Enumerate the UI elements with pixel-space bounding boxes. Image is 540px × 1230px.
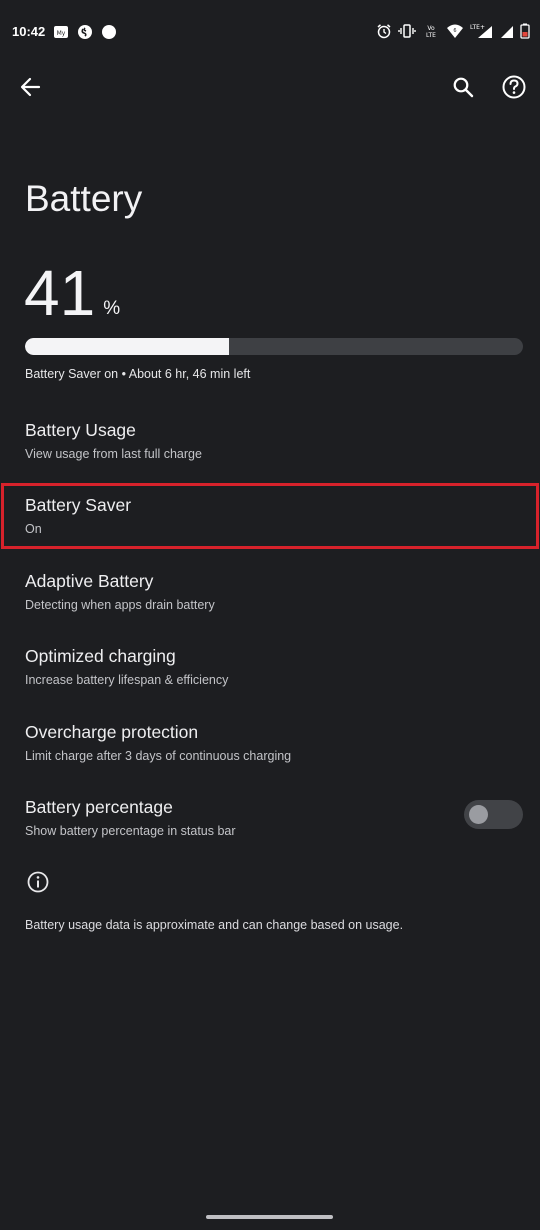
battery-level-bar xyxy=(25,338,523,355)
svg-text:Vo: Vo xyxy=(427,25,435,32)
battery-level-unit: % xyxy=(103,298,121,319)
volte-icon: Vo LTE xyxy=(426,25,436,39)
page-title: Battery xyxy=(25,178,143,219)
setting-title: Battery Usage xyxy=(25,420,136,440)
setting-battery-saver[interactable]: Battery Saver On xyxy=(0,485,540,553)
setting-subtitle: Limit charge after 3 days of continuous … xyxy=(25,749,292,763)
system-status-icons: Vo LTE 6 LTE+ xyxy=(376,23,530,39)
setting-title: Optimized charging xyxy=(25,646,176,666)
info-icon xyxy=(27,871,49,893)
setting-battery-percentage[interactable]: Battery percentage Show battery percenta… xyxy=(0,787,450,855)
status-bar: 10:42 My Vo LTE 6 LTE+ xyxy=(0,0,540,64)
battery-percentage-toggle[interactable] xyxy=(464,800,523,829)
status-time: 10:42 xyxy=(12,24,46,39)
setting-subtitle: View usage from last full charge xyxy=(25,447,202,461)
battery-summary: Battery Saver on • About 6 hr, 46 min le… xyxy=(25,367,251,381)
vibrate-icon xyxy=(398,24,416,38)
setting-subtitle: On xyxy=(25,522,42,536)
app-notification-icon: My xyxy=(54,26,68,38)
search-button[interactable] xyxy=(448,72,478,102)
setting-subtitle: Increase battery lifespan & efficiency xyxy=(25,673,229,687)
setting-overcharge-protection[interactable]: Overcharge protection Limit charge after… xyxy=(0,712,540,780)
setting-adaptive-battery[interactable]: Adaptive Battery Detecting when apps dra… xyxy=(0,561,540,629)
setting-subtitle: Show battery percentage in status bar xyxy=(25,824,236,838)
footer-note: Battery usage data is approximate and ca… xyxy=(25,918,404,932)
shazam-icon xyxy=(78,25,92,39)
notification-icons: My xyxy=(53,24,117,40)
help-icon xyxy=(502,75,526,99)
help-button[interactable] xyxy=(499,72,529,102)
setting-title: Adaptive Battery xyxy=(25,571,154,591)
setting-battery-usage[interactable]: Battery Usage View usage from last full … xyxy=(0,410,540,478)
battery-level-bar-fill xyxy=(25,338,230,355)
signal-icon xyxy=(501,26,513,38)
back-button[interactable] xyxy=(15,72,45,102)
alarm-icon xyxy=(377,24,391,39)
battery-status-icon xyxy=(520,23,530,39)
arrow-left-icon xyxy=(20,77,41,97)
battery-settings-screen: 10:42 My Vo LTE 6 LTE+ Battery 41 % Batt… xyxy=(0,0,540,1230)
battery-level: 41 % xyxy=(24,258,120,328)
search-icon xyxy=(453,77,474,98)
wifi-icon: 6 xyxy=(447,24,463,38)
status-dot-icon xyxy=(102,25,116,39)
lte-signal-icon: LTE+ xyxy=(470,24,492,38)
setting-title: Battery Saver xyxy=(25,495,132,515)
svg-text:LTE+: LTE+ xyxy=(470,24,485,31)
setting-subtitle: Detecting when apps drain battery xyxy=(25,598,215,612)
svg-text:My: My xyxy=(57,30,66,37)
setting-title: Battery percentage xyxy=(25,797,173,817)
toggle-thumb xyxy=(469,805,488,824)
setting-title: Overcharge protection xyxy=(25,722,199,742)
svg-text:LTE: LTE xyxy=(426,32,436,39)
gesture-nav-handle[interactable] xyxy=(206,1215,333,1219)
battery-level-value: 41 xyxy=(24,257,96,329)
setting-optimized-charging[interactable]: Optimized charging Increase battery life… xyxy=(0,636,540,704)
svg-text:6: 6 xyxy=(453,28,456,34)
